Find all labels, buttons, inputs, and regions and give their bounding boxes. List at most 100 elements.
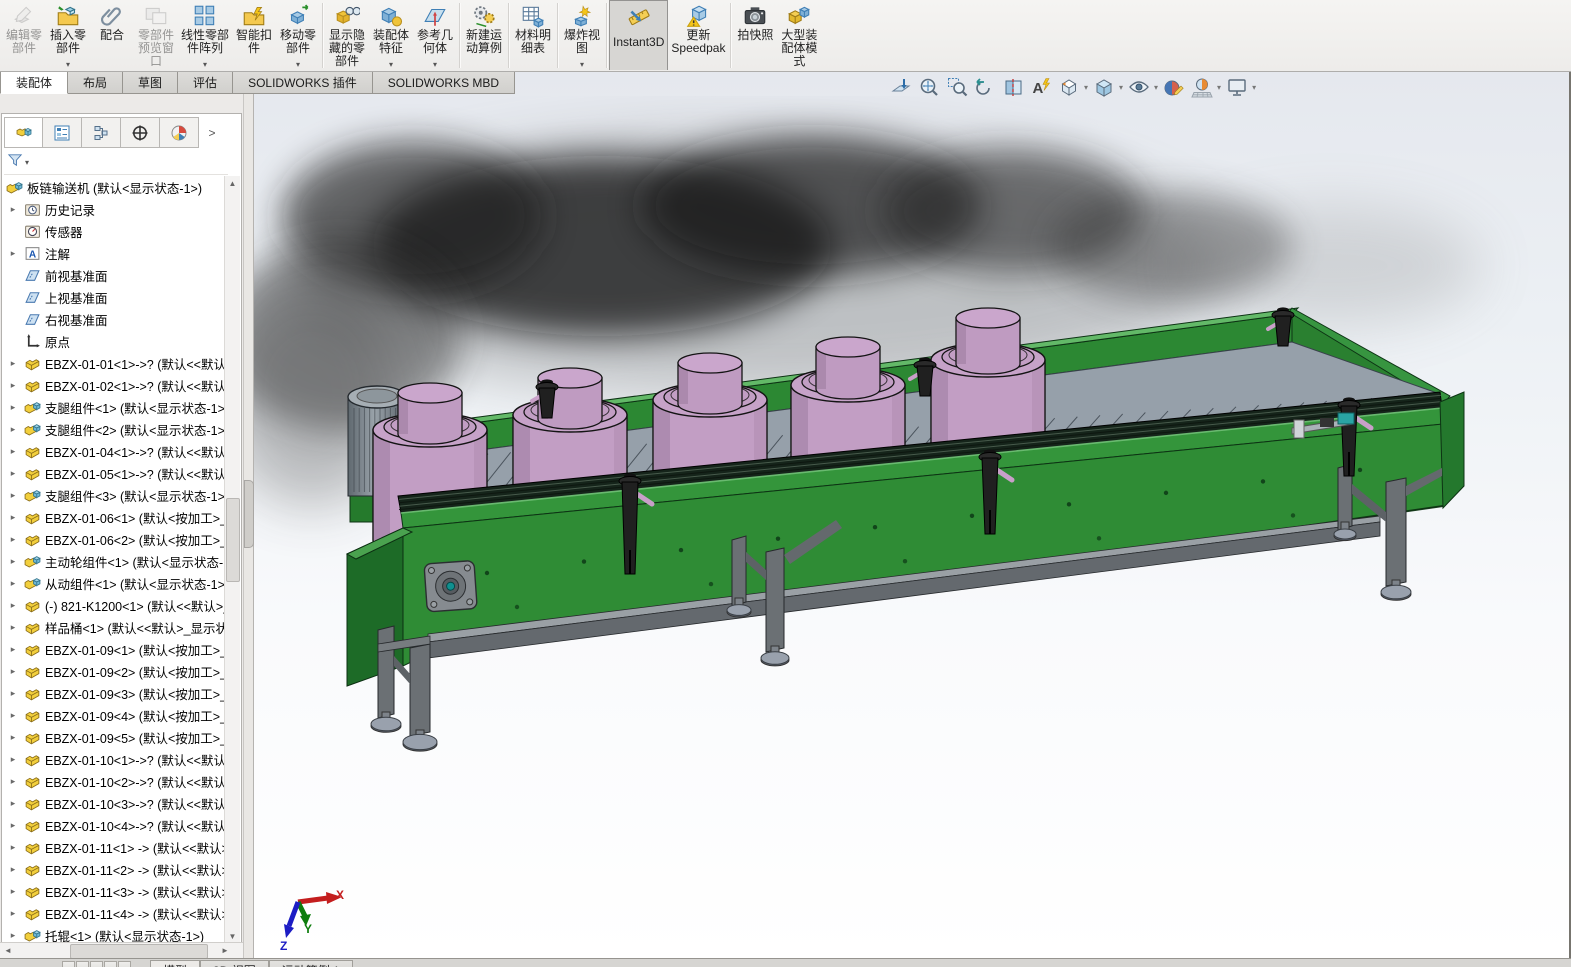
ribbon-button-insert-components[interactable]: 插入零部件▾ xyxy=(46,0,90,70)
expand-arrow-icon[interactable]: ▸ xyxy=(8,908,18,919)
tree-item[interactable]: ▸历史记录 xyxy=(2,198,226,220)
hide-show-items-icon[interactable] xyxy=(1126,75,1152,99)
ribbon-button-update-speedpak[interactable]: 更新Speedpak xyxy=(668,0,728,70)
expand-arrow-icon[interactable]: ▸ xyxy=(8,490,18,501)
display-style-caret-icon[interactable]: ▾ xyxy=(1119,83,1123,92)
tree-item[interactable]: ▸(-) 821-K1200<1> (默认<<默认>_显示状态 1>) xyxy=(2,594,226,616)
expand-arrow-icon[interactable]: ▸ xyxy=(8,512,18,523)
tree-item[interactable]: ▸EBZX-01-11<3> -> (默认<<默认>_显示状态 1>) xyxy=(2,880,226,902)
panel-tab-property-manager[interactable] xyxy=(43,117,82,148)
expand-arrow-icon[interactable]: ▸ xyxy=(8,688,18,699)
filter-caret-icon[interactable]: ▾ xyxy=(25,158,29,167)
tree-item[interactable]: ▸EBZX-01-10<1>->? (默认<<默认>_显示状态 1>) xyxy=(2,748,226,770)
command-tab-评估[interactable]: 评估 xyxy=(178,72,233,94)
tree-item[interactable]: ▸支腿组件<1> (默认<显示状态-1>) xyxy=(2,396,226,418)
expand-arrow-icon[interactable]: ▸ xyxy=(8,534,18,545)
tree-item[interactable]: ▸EBZX-01-10<4>->? (默认<<默认>_显示状态 1>) xyxy=(2,814,226,836)
view-settings-caret-icon[interactable]: ▾ xyxy=(1252,83,1256,92)
tree-item[interactable]: ▸EBZX-01-06<1> (默认<按加工>_显示状态 1>) xyxy=(2,506,226,528)
expand-arrow-icon[interactable]: ▸ xyxy=(8,754,18,765)
tree-item[interactable]: ▸EBZX-01-09<4> (默认<按加工>_显示状态 1>) xyxy=(2,704,226,726)
ribbon-button-move-component[interactable]: 移动零部件▾ xyxy=(276,0,320,70)
zoom-to-fit-icon[interactable] xyxy=(916,75,942,99)
ribbon-button-bill-of-materials[interactable]: 材料明细表 xyxy=(511,0,555,70)
ribbon-button-smart-fasteners[interactable]: 智能扣件 xyxy=(232,0,276,70)
motion-toolbar-button[interactable] xyxy=(104,961,117,967)
ribbon-button-take-snapshot[interactable]: 拍快照 xyxy=(733,0,777,70)
ribbon-button-show-hidden-components[interactable]: 显示隐藏的零部件 xyxy=(325,0,369,70)
expand-arrow-icon[interactable]: ▸ xyxy=(8,930,18,941)
tree-item[interactable]: ▸主动轮组件<1> (默认<显示状态-1>) xyxy=(2,550,226,572)
tree-item[interactable]: ▸EBZX-01-06<2> (默认<按加工>_显示状态 1>) xyxy=(2,528,226,550)
dropdown-caret-icon[interactable]: ▾ xyxy=(296,61,300,69)
dropdown-caret-icon[interactable]: ▾ xyxy=(389,61,393,69)
tree-root-item[interactable]: 板链输送机 (默认<显示状态-1>) xyxy=(2,176,226,198)
command-tab-布局[interactable]: 布局 xyxy=(68,72,123,94)
view-orientation-icon[interactable] xyxy=(1056,75,1082,99)
apply-scene-icon[interactable] xyxy=(1189,75,1215,99)
normal-to-icon[interactable] xyxy=(888,75,914,99)
panel-tab-dimxpert-manager[interactable] xyxy=(121,117,160,148)
tree-item[interactable]: ▸EBZX-01-01<1>->? (默认<<默认>_显示状态 1>) xyxy=(2,352,226,374)
expand-arrow-icon[interactable]: ▸ xyxy=(8,204,18,215)
motion-tab-模型[interactable]: 模型 xyxy=(150,960,200,967)
tree-item[interactable]: 传感器 xyxy=(2,220,226,242)
previous-view-icon[interactable] xyxy=(972,75,998,99)
scroll-right-icon[interactable]: ► xyxy=(217,943,233,959)
expand-arrow-icon[interactable]: ▸ xyxy=(8,358,18,369)
dropdown-caret-icon[interactable]: ▾ xyxy=(203,61,207,69)
tree-item[interactable]: ▸A注解 xyxy=(2,242,226,264)
hide-show-items-caret-icon[interactable]: ▾ xyxy=(1154,83,1158,92)
tree-item[interactable]: 原点 xyxy=(2,330,226,352)
panel-splitter[interactable] xyxy=(243,72,254,958)
ribbon-button-new-motion-study[interactable]: 新建运动算例 xyxy=(462,0,506,70)
expand-arrow-icon[interactable]: ▸ xyxy=(8,710,18,721)
expand-arrow-icon[interactable]: ▸ xyxy=(8,886,18,897)
ribbon-button-reference-geometry[interactable]: 参考几何体▾ xyxy=(413,0,457,70)
expand-arrow-icon[interactable]: ▸ xyxy=(8,776,18,787)
panel-tab-display-manager[interactable] xyxy=(160,117,199,148)
expand-arrow-icon[interactable]: ▸ xyxy=(8,798,18,809)
tree-item[interactable]: ▸托辊<1> (默认<显示状态-1>) xyxy=(2,924,226,944)
dropdown-caret-icon[interactable]: ▾ xyxy=(66,61,70,69)
tree-item[interactable]: ▸EBZX-01-09<2> (默认<按加工>_显示状态 1>) xyxy=(2,660,226,682)
expand-arrow-icon[interactable]: ▸ xyxy=(8,622,18,633)
tree-item[interactable]: ▸支腿组件<3> (默认<显示状态-1>) xyxy=(2,484,226,506)
scroll-up-icon[interactable]: ▲ xyxy=(225,176,240,191)
tree-item[interactable]: ▸EBZX-01-11<2> -> (默认<<默认>_显示状态 1>) xyxy=(2,858,226,880)
expand-arrow-icon[interactable]: ▸ xyxy=(8,402,18,413)
expand-arrow-icon[interactable]: ▸ xyxy=(8,424,18,435)
tree-item[interactable]: ▸EBZX-01-09<1> (默认<按加工>_显示状态 1>) xyxy=(2,638,226,660)
section-view-icon[interactable] xyxy=(1000,75,1026,99)
annotation-views-icon[interactable]: A xyxy=(1028,75,1054,99)
tree-item[interactable]: ▸EBZX-01-05<1>->? (默认<<默认>_显示状态 1>) xyxy=(2,462,226,484)
motion-toolbar-button[interactable] xyxy=(118,961,131,967)
tree-item[interactable]: ▸EBZX-01-10<3>->? (默认<<默认>_显示状态 1>) xyxy=(2,792,226,814)
dropdown-caret-icon[interactable]: ▾ xyxy=(580,61,584,69)
expand-arrow-icon[interactable]: ▸ xyxy=(8,820,18,831)
tree-item[interactable]: ▸EBZX-01-09<3> (默认<按加工>_显示状态 1>) xyxy=(2,682,226,704)
panel-tab-feature-manager[interactable] xyxy=(4,117,43,148)
ribbon-button-instant3d[interactable]: Instant3D xyxy=(609,0,668,70)
dropdown-caret-icon[interactable]: ▾ xyxy=(433,61,437,69)
horizontal-scroll-thumb[interactable] xyxy=(70,944,208,959)
tree-horizontal-scrollbar[interactable]: ◄ ► xyxy=(0,942,243,959)
tree-item[interactable]: ▸EBZX-01-02<1>->? (默认<<默认>_显示状态 1>) xyxy=(2,374,226,396)
graphics-area[interactable]: A▾▾▾▾▾ X Y Z xyxy=(252,72,1569,958)
tree-item[interactable]: 右视基准面 xyxy=(2,308,226,330)
tree-item[interactable]: ▸EBZX-01-11<4> -> (默认<<默认>_显示状态 1>) xyxy=(2,902,226,924)
tree-item[interactable]: ▸EBZX-01-10<2>->? (默认<<默认>_显示状态 1>) xyxy=(2,770,226,792)
tree-item[interactable]: 前视基准面 xyxy=(2,264,226,286)
expand-arrow-icon[interactable]: ▸ xyxy=(8,732,18,743)
panel-tab-expand-icon[interactable]: > xyxy=(199,117,225,148)
command-tab-草图[interactable]: 草图 xyxy=(123,72,178,94)
command-tab-SOLIDWORKS 插件[interactable]: SOLIDWORKS 插件 xyxy=(233,72,373,94)
ribbon-button-assembly-features[interactable]: 装配体特征▾ xyxy=(369,0,413,70)
expand-arrow-icon[interactable]: ▸ xyxy=(8,468,18,479)
expand-arrow-icon[interactable]: ▸ xyxy=(8,380,18,391)
apply-scene-caret-icon[interactable]: ▾ xyxy=(1217,83,1221,92)
3d-model-scene[interactable]: X Y Z xyxy=(252,96,1569,958)
filter-funnel-icon[interactable] xyxy=(4,152,24,172)
expand-arrow-icon[interactable]: ▸ xyxy=(8,600,18,611)
motion-toolbar-button[interactable] xyxy=(62,961,75,967)
